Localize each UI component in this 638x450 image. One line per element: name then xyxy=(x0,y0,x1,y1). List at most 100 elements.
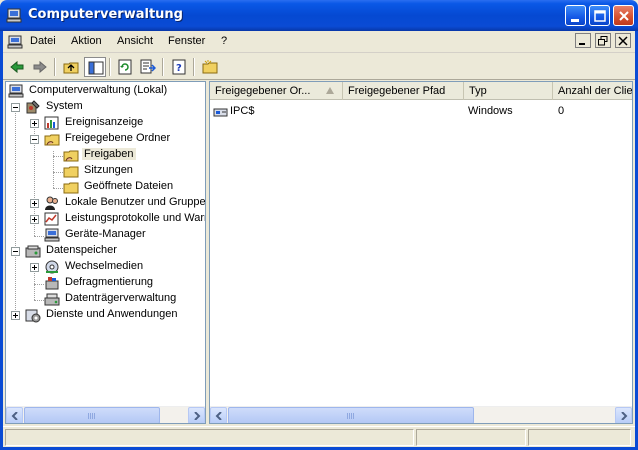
tree-item-label: Leistungsprotokolle und Warnungen xyxy=(65,212,205,224)
forward-button[interactable] xyxy=(29,57,51,77)
column-header-type[interactable]: Typ xyxy=(464,82,553,100)
tree-item-label: Dienste und Anwendungen xyxy=(46,308,178,320)
status-panel-main xyxy=(5,429,414,446)
shares-folder-icon xyxy=(63,150,79,162)
storage-icon xyxy=(25,245,41,258)
tree-item-label: Defragmentierung xyxy=(65,276,154,288)
status-bar xyxy=(3,426,635,447)
disk-management-icon xyxy=(44,293,60,306)
mdi-controls xyxy=(574,33,631,51)
properties-button[interactable]: ? xyxy=(168,57,190,77)
computer-management-icon xyxy=(8,84,24,98)
column-header-label: Anzahl der Clientverbindungen xyxy=(558,85,633,97)
toolbar: ? xyxy=(3,54,635,80)
svg-text:?: ? xyxy=(176,63,182,74)
expand-toggle[interactable] xyxy=(30,215,39,224)
performance-logs-icon xyxy=(44,212,59,226)
forward-arrow-icon xyxy=(33,60,47,74)
refresh-icon xyxy=(118,59,132,75)
tree-horizontal-scrollbar[interactable] xyxy=(6,406,205,423)
scroll-left-button[interactable] xyxy=(210,407,227,423)
menu-help[interactable]: ? xyxy=(221,35,227,47)
scroll-right-button[interactable] xyxy=(615,407,632,423)
arrow-right-icon xyxy=(194,412,201,420)
toolbar-separator xyxy=(54,58,56,76)
open-files-folder-icon xyxy=(63,182,79,194)
scroll-right-button[interactable] xyxy=(188,407,205,423)
tree-item-label: Geräte-Manager xyxy=(65,228,146,240)
mdi-close-button[interactable] xyxy=(615,33,631,48)
scroll-thumb[interactable] xyxy=(24,407,160,423)
menu-ansicht[interactable]: Ansicht xyxy=(117,35,153,47)
event-viewer-icon xyxy=(44,116,59,130)
column-header-path[interactable]: Freigegebener Pfad xyxy=(343,82,464,100)
up-folder-icon xyxy=(63,62,79,74)
console-tree[interactable]: Computerverwaltung (Lokal) System Ereign… xyxy=(5,81,206,424)
minimize-button[interactable] xyxy=(565,5,586,26)
expand-toggle[interactable] xyxy=(30,263,39,272)
tree-line xyxy=(15,103,16,316)
restore-icon xyxy=(597,36,608,46)
tree-item-label: Wechselmedien xyxy=(65,260,144,272)
scroll-thumb[interactable] xyxy=(228,407,474,423)
new-share-icon xyxy=(202,60,218,74)
close-button[interactable] xyxy=(613,5,634,26)
column-header-clients[interactable]: Anzahl der Clientverbindungen xyxy=(553,82,633,100)
tree-item-label: Lokale Benutzer und Gruppen xyxy=(65,196,206,208)
refresh-button[interactable] xyxy=(114,57,136,77)
title-bar[interactable]: Computerverwaltung xyxy=(0,0,638,31)
tree-line xyxy=(34,284,44,285)
column-header-name[interactable]: Freigegebener Or... xyxy=(210,82,343,100)
show-hide-tree-button[interactable] xyxy=(84,57,106,77)
tree-item-label: Datenspeicher xyxy=(46,244,117,256)
arrow-right-icon xyxy=(621,412,628,420)
menu-datei[interactable]: Datei xyxy=(30,35,56,47)
sort-ascending-icon xyxy=(326,87,334,94)
maximize-icon xyxy=(594,10,606,22)
minimize-icon xyxy=(578,43,585,45)
tree-line xyxy=(53,172,63,173)
expand-toggle[interactable] xyxy=(11,311,20,320)
tree-line xyxy=(53,156,63,157)
list-horizontal-scrollbar[interactable] xyxy=(210,406,632,423)
new-share-button[interactable] xyxy=(199,57,221,77)
result-list[interactable]: Freigegebener Or... Freigegebener Pfad T… xyxy=(209,81,633,424)
close-icon xyxy=(618,36,628,46)
show-hide-tree-icon xyxy=(88,61,104,75)
tree-item-label: Ereignisanzeige xyxy=(65,116,144,128)
status-panel-tertiary xyxy=(528,429,631,446)
tree-item-label: Freigegebene Ordner xyxy=(65,132,171,144)
mdi-restore-button[interactable] xyxy=(594,33,611,48)
tree-item-label: Geöffnete Dateien xyxy=(84,180,174,192)
properties-help-icon: ? xyxy=(172,59,186,75)
up-one-level-button[interactable] xyxy=(60,57,82,77)
tree-line xyxy=(34,236,44,237)
expand-toggle[interactable] xyxy=(30,119,39,128)
collapse-toggle[interactable] xyxy=(30,135,39,144)
collapse-toggle[interactable] xyxy=(11,103,20,112)
export-list-button[interactable] xyxy=(137,57,159,77)
toolbar-separator xyxy=(193,58,195,76)
table-row[interactable]: IPC$ Windows 0 xyxy=(210,103,632,120)
cell-share-type: Windows xyxy=(468,105,513,117)
arrow-left-icon xyxy=(215,412,222,420)
column-header-label: Freigegebener Or... xyxy=(215,85,311,97)
column-header-label: Freigegebener Pfad xyxy=(348,85,446,97)
tree-line xyxy=(53,188,63,189)
back-button[interactable] xyxy=(6,57,28,77)
system-tools-icon xyxy=(26,100,40,114)
menu-fenster[interactable]: Fenster xyxy=(168,35,205,47)
tree-item-label: System xyxy=(46,100,83,112)
menu-aktion[interactable]: Aktion xyxy=(71,35,102,47)
toolbar-separator xyxy=(162,58,164,76)
list-header: Freigegebener Or... Freigegebener Pfad T… xyxy=(210,82,633,100)
column-header-label: Typ xyxy=(469,85,487,97)
tree-item-label: Sitzungen xyxy=(84,164,133,176)
maximize-button[interactable] xyxy=(589,5,610,26)
system-menu-icon[interactable] xyxy=(7,34,23,50)
scroll-left-button[interactable] xyxy=(6,407,23,423)
minimize-icon xyxy=(571,19,579,22)
mdi-minimize-button[interactable] xyxy=(574,33,591,48)
collapse-toggle[interactable] xyxy=(11,247,20,256)
expand-toggle[interactable] xyxy=(30,199,39,208)
